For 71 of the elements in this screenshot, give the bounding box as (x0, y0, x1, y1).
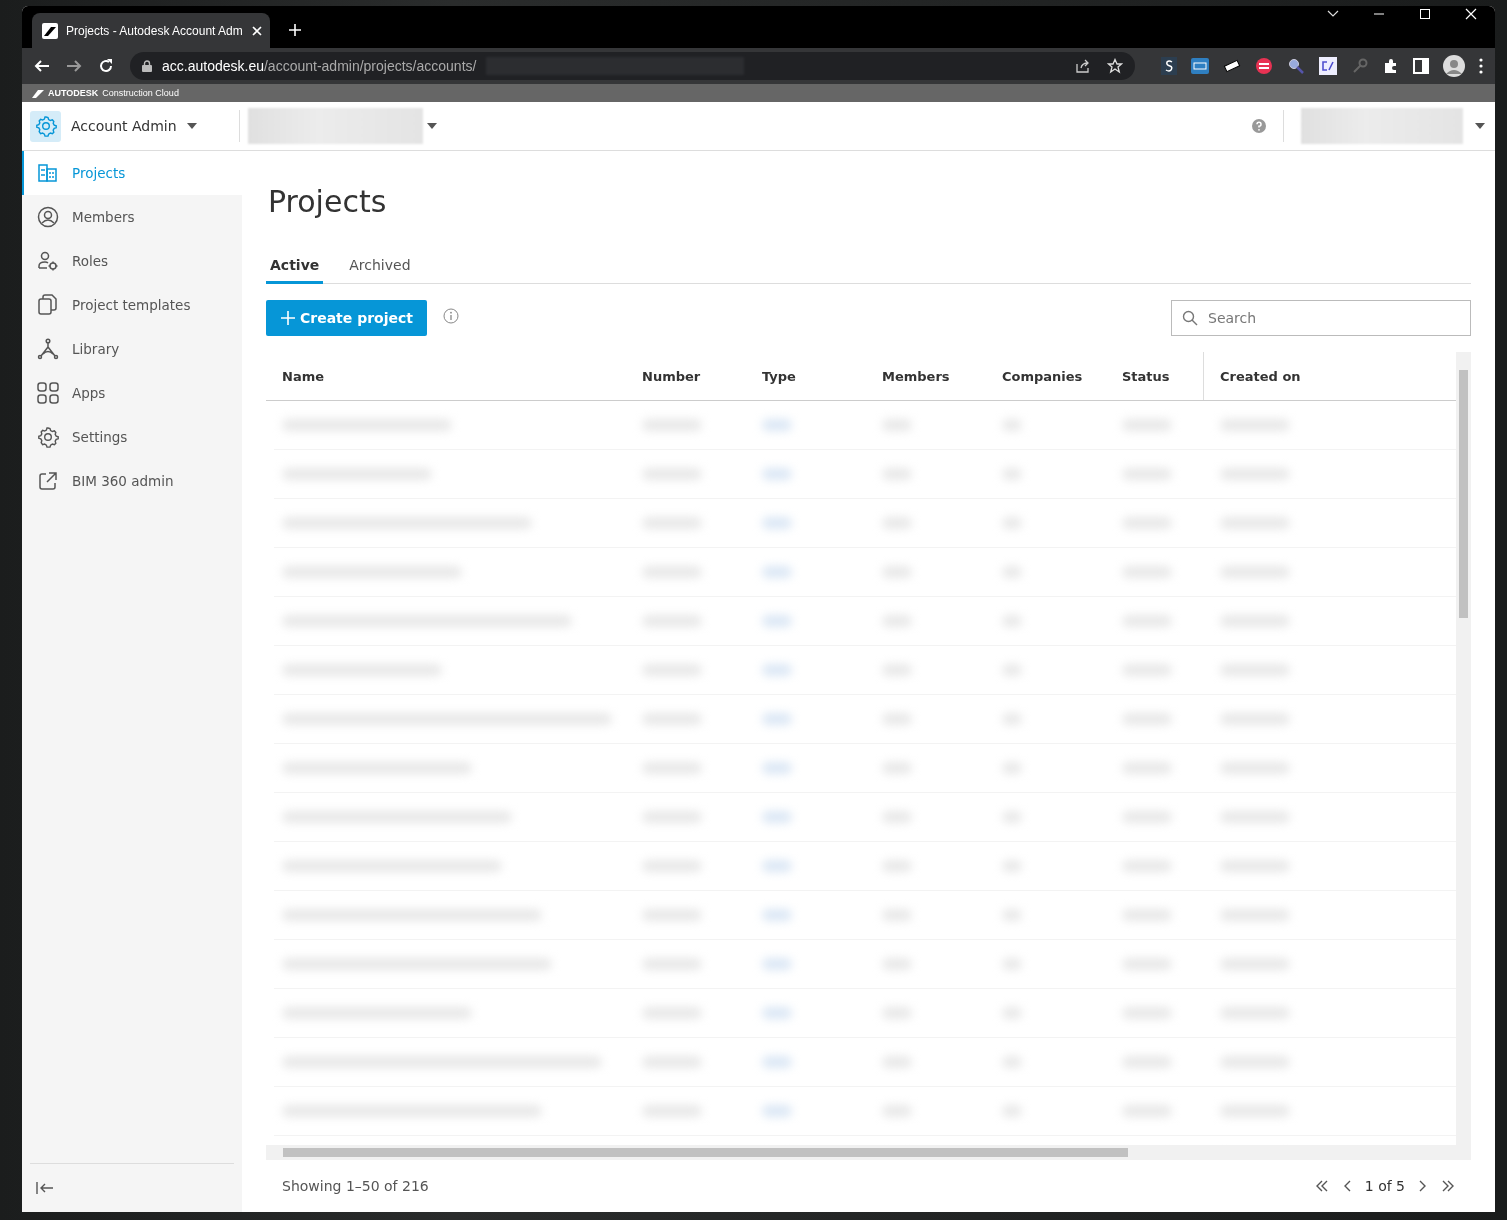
app-switcher[interactable]: Account Admin (30, 110, 197, 142)
column-header[interactable]: Members (866, 352, 986, 400)
sidebar-item[interactable]: Members (22, 195, 242, 239)
side-panel-icon[interactable] (1413, 58, 1429, 74)
results-count: Showing 1–50 of 216 (282, 1178, 429, 1194)
column-header[interactable]: Created on (1204, 352, 1404, 400)
vertical-scrollbar[interactable] (1456, 352, 1471, 1145)
brand-name: AUTODESK (48, 88, 99, 98)
info-icon[interactable] (443, 308, 459, 324)
sidebar-item[interactable]: BIM 360 admin (22, 459, 242, 503)
tab[interactable]: Archived (345, 253, 415, 284)
first-page-icon[interactable] (1314, 1180, 1329, 1192)
help-icon[interactable] (1252, 119, 1266, 133)
url-text: acc.autodesk.eu/account-admin/projects/accounts/ (162, 58, 477, 74)
building-icon (36, 163, 60, 183)
caret-icon (426, 123, 437, 129)
autodesk-logo-icon (32, 88, 44, 98)
caret-icon (186, 123, 197, 129)
column-header[interactable]: Status (1106, 352, 1204, 400)
collapse-icon[interactable] (36, 1181, 54, 1195)
maximize-icon[interactable] (1419, 8, 1431, 20)
external-link-icon (36, 471, 60, 491)
sidebar-item[interactable]: Apps (22, 371, 242, 415)
gear-icon (30, 110, 61, 142)
column-header[interactable]: Name (266, 352, 626, 400)
search-icon (1182, 310, 1198, 326)
tab[interactable]: Active (266, 253, 324, 284)
search-field[interactable]: Search (1171, 300, 1471, 336)
page-title: Projects (268, 183, 388, 221)
last-page-icon[interactable] (1441, 1180, 1455, 1192)
column-header[interactable]: Number (626, 352, 746, 400)
column-header[interactable]: Type (746, 352, 866, 400)
next-page-icon[interactable] (1419, 1180, 1427, 1192)
caret-icon (1475, 123, 1485, 129)
settings-icon (36, 425, 60, 449)
avatar-icon[interactable] (1443, 55, 1465, 77)
magnifier-icon[interactable] (1287, 57, 1305, 75)
extension-icon[interactable] (1161, 57, 1177, 75)
copy-icon (36, 294, 60, 316)
sidebar-item[interactable]: Project templates (22, 283, 242, 327)
back-icon[interactable] (34, 58, 50, 74)
forward-icon[interactable] (66, 58, 82, 74)
sidebar-item[interactable]: Settings (22, 415, 242, 459)
puzzle-icon[interactable] (1383, 58, 1399, 74)
product-name: Construction Cloud (102, 88, 179, 98)
chevron-down-icon[interactable] (1327, 10, 1339, 18)
person-gear-icon (36, 250, 60, 272)
browser-tab[interactable]: Projects - Autodesk Account Adm (32, 13, 270, 48)
network-icon (36, 338, 60, 360)
lock-icon (142, 60, 152, 72)
page-indicator: 1 of 5 (1364, 1178, 1405, 1194)
horizontal-scrollbar[interactable] (266, 1145, 1471, 1160)
close-icon[interactable] (1465, 8, 1477, 20)
extension-icon[interactable] (1255, 57, 1273, 75)
column-header[interactable]: Companies (986, 352, 1106, 400)
share-icon[interactable] (1075, 58, 1091, 74)
previous-page-icon[interactable] (1342, 1180, 1351, 1192)
star-icon[interactable] (1107, 58, 1123, 74)
more-icon[interactable] (1479, 58, 1483, 74)
close-icon[interactable] (250, 24, 263, 37)
reload-icon[interactable] (98, 58, 114, 74)
grid-icon (36, 382, 60, 404)
sidebar-item[interactable]: Roles (22, 239, 242, 283)
tab-title: Projects - Autodesk Account Adm (66, 23, 243, 38)
new-tab-icon[interactable] (288, 23, 302, 37)
person-icon (36, 206, 60, 228)
plus-icon (280, 310, 296, 326)
extension-icon[interactable] (1223, 59, 1241, 73)
address-bar[interactable]: acc.autodesk.eu/account-admin/projects/accounts/ (130, 52, 1135, 80)
autodesk-logo-icon (42, 22, 58, 39)
sidebar-item[interactable]: Library (22, 327, 242, 371)
